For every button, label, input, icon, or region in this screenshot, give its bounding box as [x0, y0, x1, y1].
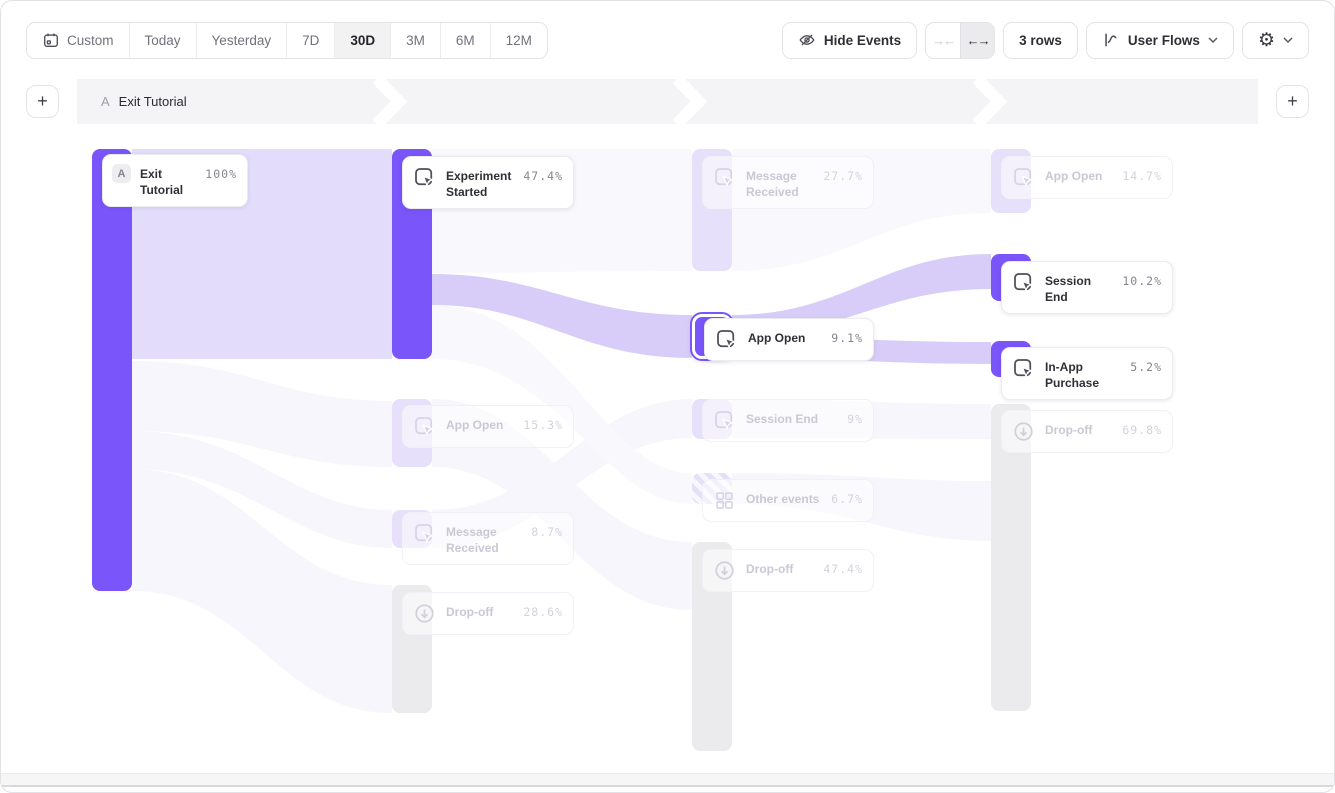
event-click-icon — [412, 165, 437, 190]
event-click-icon — [712, 165, 737, 190]
node-percentage: 15.3% — [523, 414, 563, 432]
node-label: Drop-off — [746, 558, 814, 577]
node-percentage: 47.4% — [523, 165, 563, 183]
node-label: Drop-off — [446, 601, 514, 620]
node-percentage: 10.2% — [1122, 270, 1162, 288]
sankey-flow-chart: A Exit Tutorial 100% Experiment Started 47.4… — [1, 124, 1334, 772]
node-label: Other events — [746, 488, 822, 507]
drop-off-icon — [712, 558, 737, 583]
node-percentage: 100% — [205, 163, 237, 181]
event-click-icon — [714, 327, 739, 352]
flow-node-card[interactable]: A Exit Tutorial 100% — [102, 154, 248, 207]
flow-node-card[interactable]: Drop-off 28.6% — [402, 592, 574, 635]
flow-node-card[interactable]: Drop-off 69.8% — [1001, 410, 1173, 453]
event-click-icon — [712, 408, 737, 433]
event-click-icon — [412, 521, 437, 546]
flow-node-card[interactable]: Message Received 8.7% — [402, 512, 574, 565]
node-label: App Open — [748, 327, 822, 346]
event-click-icon — [412, 414, 437, 439]
node-percentage: 47.4% — [823, 558, 863, 576]
node-percentage: 28.6% — [523, 601, 563, 619]
node-percentage: 8.7% — [531, 521, 563, 539]
event-click-icon — [1011, 165, 1036, 190]
node-percentage: 9% — [847, 408, 863, 426]
node-label: Drop-off — [1045, 419, 1113, 438]
series-badge: A — [112, 164, 131, 183]
node-percentage: 5.2% — [1130, 356, 1162, 374]
node-percentage: 27.7% — [823, 165, 863, 183]
flow-node-card[interactable]: Experiment Started 47.4% — [402, 156, 574, 209]
node-label: App Open — [1045, 165, 1113, 184]
node-label: Exit Tutorial — [140, 163, 196, 198]
flow-node-card[interactable]: Other events 6.7% — [702, 479, 874, 522]
user-flows-app: Custom Today Yesterday 7D 30D 3M 6M 12M … — [0, 0, 1335, 793]
event-click-icon — [1011, 270, 1036, 295]
flow-node-card[interactable]: Session End 10.2% — [1001, 261, 1173, 314]
node-percentage: 14.7% — [1122, 165, 1162, 183]
flow-node-card[interactable]: Drop-off 47.4% — [702, 549, 874, 592]
flow-node-card[interactable]: App Open 15.3% — [402, 405, 574, 448]
flow-node-card[interactable]: Session End 9% — [702, 399, 874, 442]
node-percentage: 6.7% — [831, 488, 863, 506]
node-label: Session End — [1045, 270, 1113, 305]
node-percentage: 69.8% — [1122, 419, 1162, 437]
node-label: Experiment Started — [446, 165, 514, 200]
drop-off-icon — [412, 601, 437, 626]
flow-node-bar[interactable] — [92, 149, 132, 591]
node-label: Message Received — [746, 165, 814, 200]
node-label: Message Received — [446, 521, 522, 556]
event-click-icon — [1011, 356, 1036, 381]
drop-off-icon — [1011, 419, 1036, 444]
flow-node-card[interactable]: Message Received 27.7% — [702, 156, 874, 209]
flow-node-card[interactable]: In-App Purchase 5.2% — [1001, 347, 1173, 400]
node-label: Session End — [746, 408, 838, 427]
node-label: App Open — [446, 414, 514, 433]
node-label: In-App Purchase — [1045, 356, 1121, 391]
flow-node-card[interactable]: App Open 14.7% — [1001, 156, 1173, 199]
node-percentage: 9.1% — [831, 327, 863, 345]
flow-node-card[interactable]: App Open 9.1% — [704, 318, 874, 361]
other-events-icon — [712, 488, 737, 513]
